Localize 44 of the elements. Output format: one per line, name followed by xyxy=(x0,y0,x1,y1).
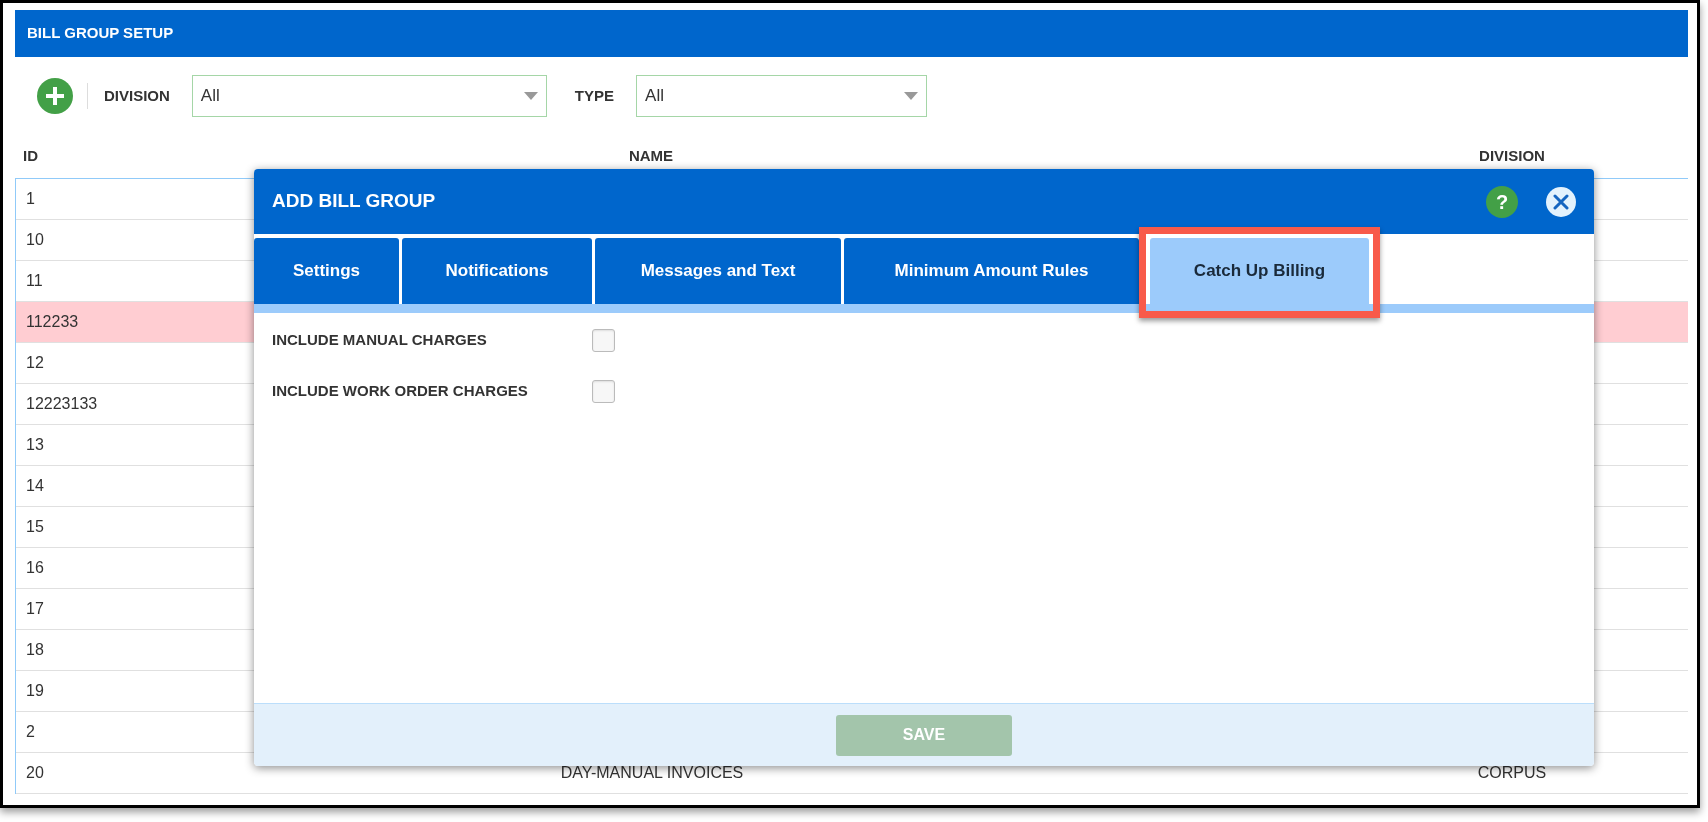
filter-label: TYPE xyxy=(574,85,615,106)
page-title: BILL GROUP SETUP xyxy=(27,23,174,44)
close-button[interactable] xyxy=(1546,186,1576,217)
table-cell-text: 13 xyxy=(25,435,45,455)
column-header: NAME xyxy=(627,146,675,167)
dropdown-value: All xyxy=(200,85,220,108)
field-label: INCLUDE MANUAL CHARGES xyxy=(272,330,488,351)
filter-label: DIVISION xyxy=(104,85,170,106)
table-cell-text: 15 xyxy=(25,517,45,537)
checkbox[interactable] xyxy=(592,380,615,403)
table-cell-text: 20 xyxy=(25,763,45,783)
table-cell-text: 11 xyxy=(25,271,44,291)
table-cell-text: 1 xyxy=(25,189,36,209)
dropdown-value: All xyxy=(645,85,664,108)
table-cell-text: 12 xyxy=(25,353,45,373)
checkbox[interactable] xyxy=(592,329,615,352)
table-cell-text: 16 xyxy=(25,558,45,578)
table-cell-text: DAY-MANUAL INVOICES xyxy=(559,763,745,783)
dialog-title: ADD BILL GROUP xyxy=(272,189,437,214)
dialog-tab[interactable]: Catch Up Billing xyxy=(1150,238,1369,304)
dialog-tab[interactable]: Messages and Text xyxy=(595,238,841,304)
table-cell-text: 19 xyxy=(25,681,45,701)
plus-icon xyxy=(45,86,65,106)
caret-icon xyxy=(523,92,538,100)
table-cell-text: 2 xyxy=(25,722,36,742)
help-button[interactable]: ? xyxy=(1486,185,1518,218)
table-cell-text: 12223133 xyxy=(25,394,99,414)
dialog-tab[interactable]: Settings xyxy=(254,238,399,304)
table-cell-text: 14 xyxy=(25,476,45,496)
table-cell-text: 17 xyxy=(25,599,45,619)
filter-dropdown[interactable]: All xyxy=(191,75,547,117)
filter-dropdown[interactable]: All xyxy=(636,75,928,117)
column-header: DIVISION xyxy=(1478,146,1546,167)
column-header: ID xyxy=(22,146,39,167)
table-cell-text: CORPUS xyxy=(1476,763,1548,783)
dialog-tab[interactable]: Notifications xyxy=(402,238,592,304)
table-cell-text: 112233 xyxy=(25,312,80,332)
add-button[interactable] xyxy=(37,78,73,114)
dialog-tab[interactable]: Minimum Amount Rules xyxy=(844,238,1139,304)
table-cell-text: 18 xyxy=(25,640,45,660)
close-icon xyxy=(1553,193,1569,210)
table-cell-text: 10 xyxy=(25,230,45,250)
field-label: INCLUDE WORK ORDER CHARGES xyxy=(272,381,529,402)
caret-icon xyxy=(904,92,919,100)
